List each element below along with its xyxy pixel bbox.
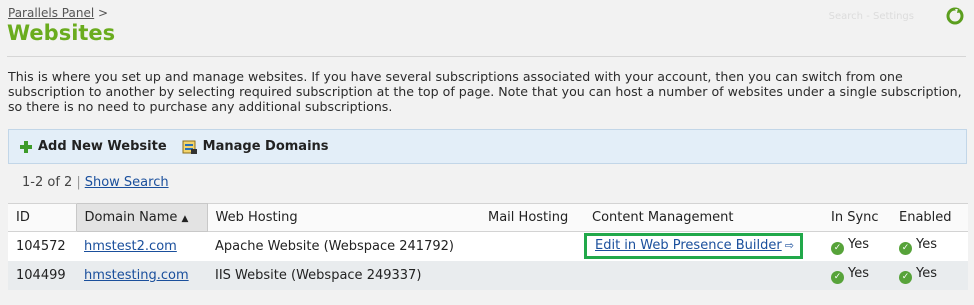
check-circle-icon: ✓ <box>831 242 844 256</box>
check-circle-icon: ✓ <box>899 271 912 284</box>
show-search-link[interactable]: Show Search <box>85 175 169 190</box>
domain-link[interactable]: hmstest2.com <box>84 239 177 254</box>
column-header-web-hosting[interactable]: Web Hosting <box>207 203 480 232</box>
table-header-row: ID Domain Name ▲ Web Hosting Mail Hosting… <box>8 203 968 232</box>
manage-domains-button[interactable]: Manage Domains <box>182 139 329 155</box>
cell-in-sync: ✓ Yes <box>823 231 891 261</box>
title-divider <box>7 56 966 57</box>
table-row: 104572 hmstest2.com Apache Website (Webs… <box>8 231 968 261</box>
column-header-mail-hosting[interactable]: Mail Hosting <box>480 203 584 232</box>
sort-ascending-icon: ▲ <box>181 214 189 224</box>
check-circle-icon: ✓ <box>831 271 844 284</box>
edit-in-web-presence-builder-link[interactable]: Edit in Web Presence Builder <box>595 238 782 253</box>
cell-enabled: ✓ Yes <box>891 260 968 290</box>
cell-id: 104572 <box>8 231 76 261</box>
add-new-website-label: Add New Website <box>38 139 167 154</box>
column-header-in-sync[interactable]: In Sync <box>823 203 891 232</box>
enabled-value: Yes <box>916 237 937 253</box>
column-header-content-management[interactable]: Content Management <box>584 203 823 232</box>
content-management-highlight: Edit in Web Presence Builder ⇨ <box>584 233 803 260</box>
cell-domain: hmstesting.com <box>76 260 207 290</box>
plus-icon <box>20 140 32 153</box>
refresh-icon[interactable] <box>946 7 964 25</box>
external-link-icon[interactable]: ⇨ <box>785 239 794 252</box>
column-header-domain-name[interactable]: Domain Name ▲ <box>75 203 208 232</box>
cell-web-hosting: Apache Website (Webspace 241792) <box>207 231 480 261</box>
cell-in-sync: ✓ Yes <box>823 260 891 290</box>
cell-content-management: Edit in Web Presence Builder ⇨ <box>584 231 823 261</box>
breadcrumb-separator: > <box>98 6 109 20</box>
check-circle-icon: ✓ <box>899 242 912 256</box>
breadcrumb-link-parallels-panel[interactable]: Parallels Panel <box>8 6 94 20</box>
cell-id: 104499 <box>8 260 76 290</box>
breadcrumb: Parallels Panel > <box>8 6 108 20</box>
cell-domain: hmstest2.com <box>76 231 207 261</box>
cell-web-hosting: IIS Website (Webspace 249337) <box>207 260 480 290</box>
in-sync-value: Yes <box>848 237 869 253</box>
websites-table: ID Domain Name ▲ Web Hosting Mail Hosting… <box>8 203 968 290</box>
page-title: Websites <box>7 21 116 45</box>
pager-separator: | <box>76 175 81 190</box>
column-header-enabled[interactable]: Enabled <box>891 203 968 232</box>
enabled-value: Yes <box>916 266 937 281</box>
manage-domains-label: Manage Domains <box>202 139 329 154</box>
column-header-id[interactable]: ID <box>8 203 76 232</box>
page-description: This is where you set up and manage webs… <box>8 69 962 114</box>
column-header-domain-name-label: Domain Name <box>84 210 178 225</box>
cell-mail-hosting <box>480 231 584 261</box>
manage-domains-icon <box>182 140 197 154</box>
top-right-links[interactable]: Search - Settings <box>829 11 914 22</box>
domain-link[interactable]: hmstesting.com <box>84 268 189 283</box>
table-row: 104499 hmstesting.com IIS Website (Websp… <box>8 260 968 290</box>
toolbar: Add New Website Manage Domains <box>8 129 967 164</box>
result-count: 1-2 of 2 <box>22 175 73 190</box>
pager: 1-2 of 2 | Show Search <box>22 175 169 190</box>
cell-enabled: ✓ Yes <box>891 231 968 261</box>
in-sync-value: Yes <box>848 266 869 281</box>
cell-mail-hosting <box>480 260 584 290</box>
cell-content-management <box>584 260 823 290</box>
add-new-website-button[interactable]: Add New Website <box>19 139 167 154</box>
